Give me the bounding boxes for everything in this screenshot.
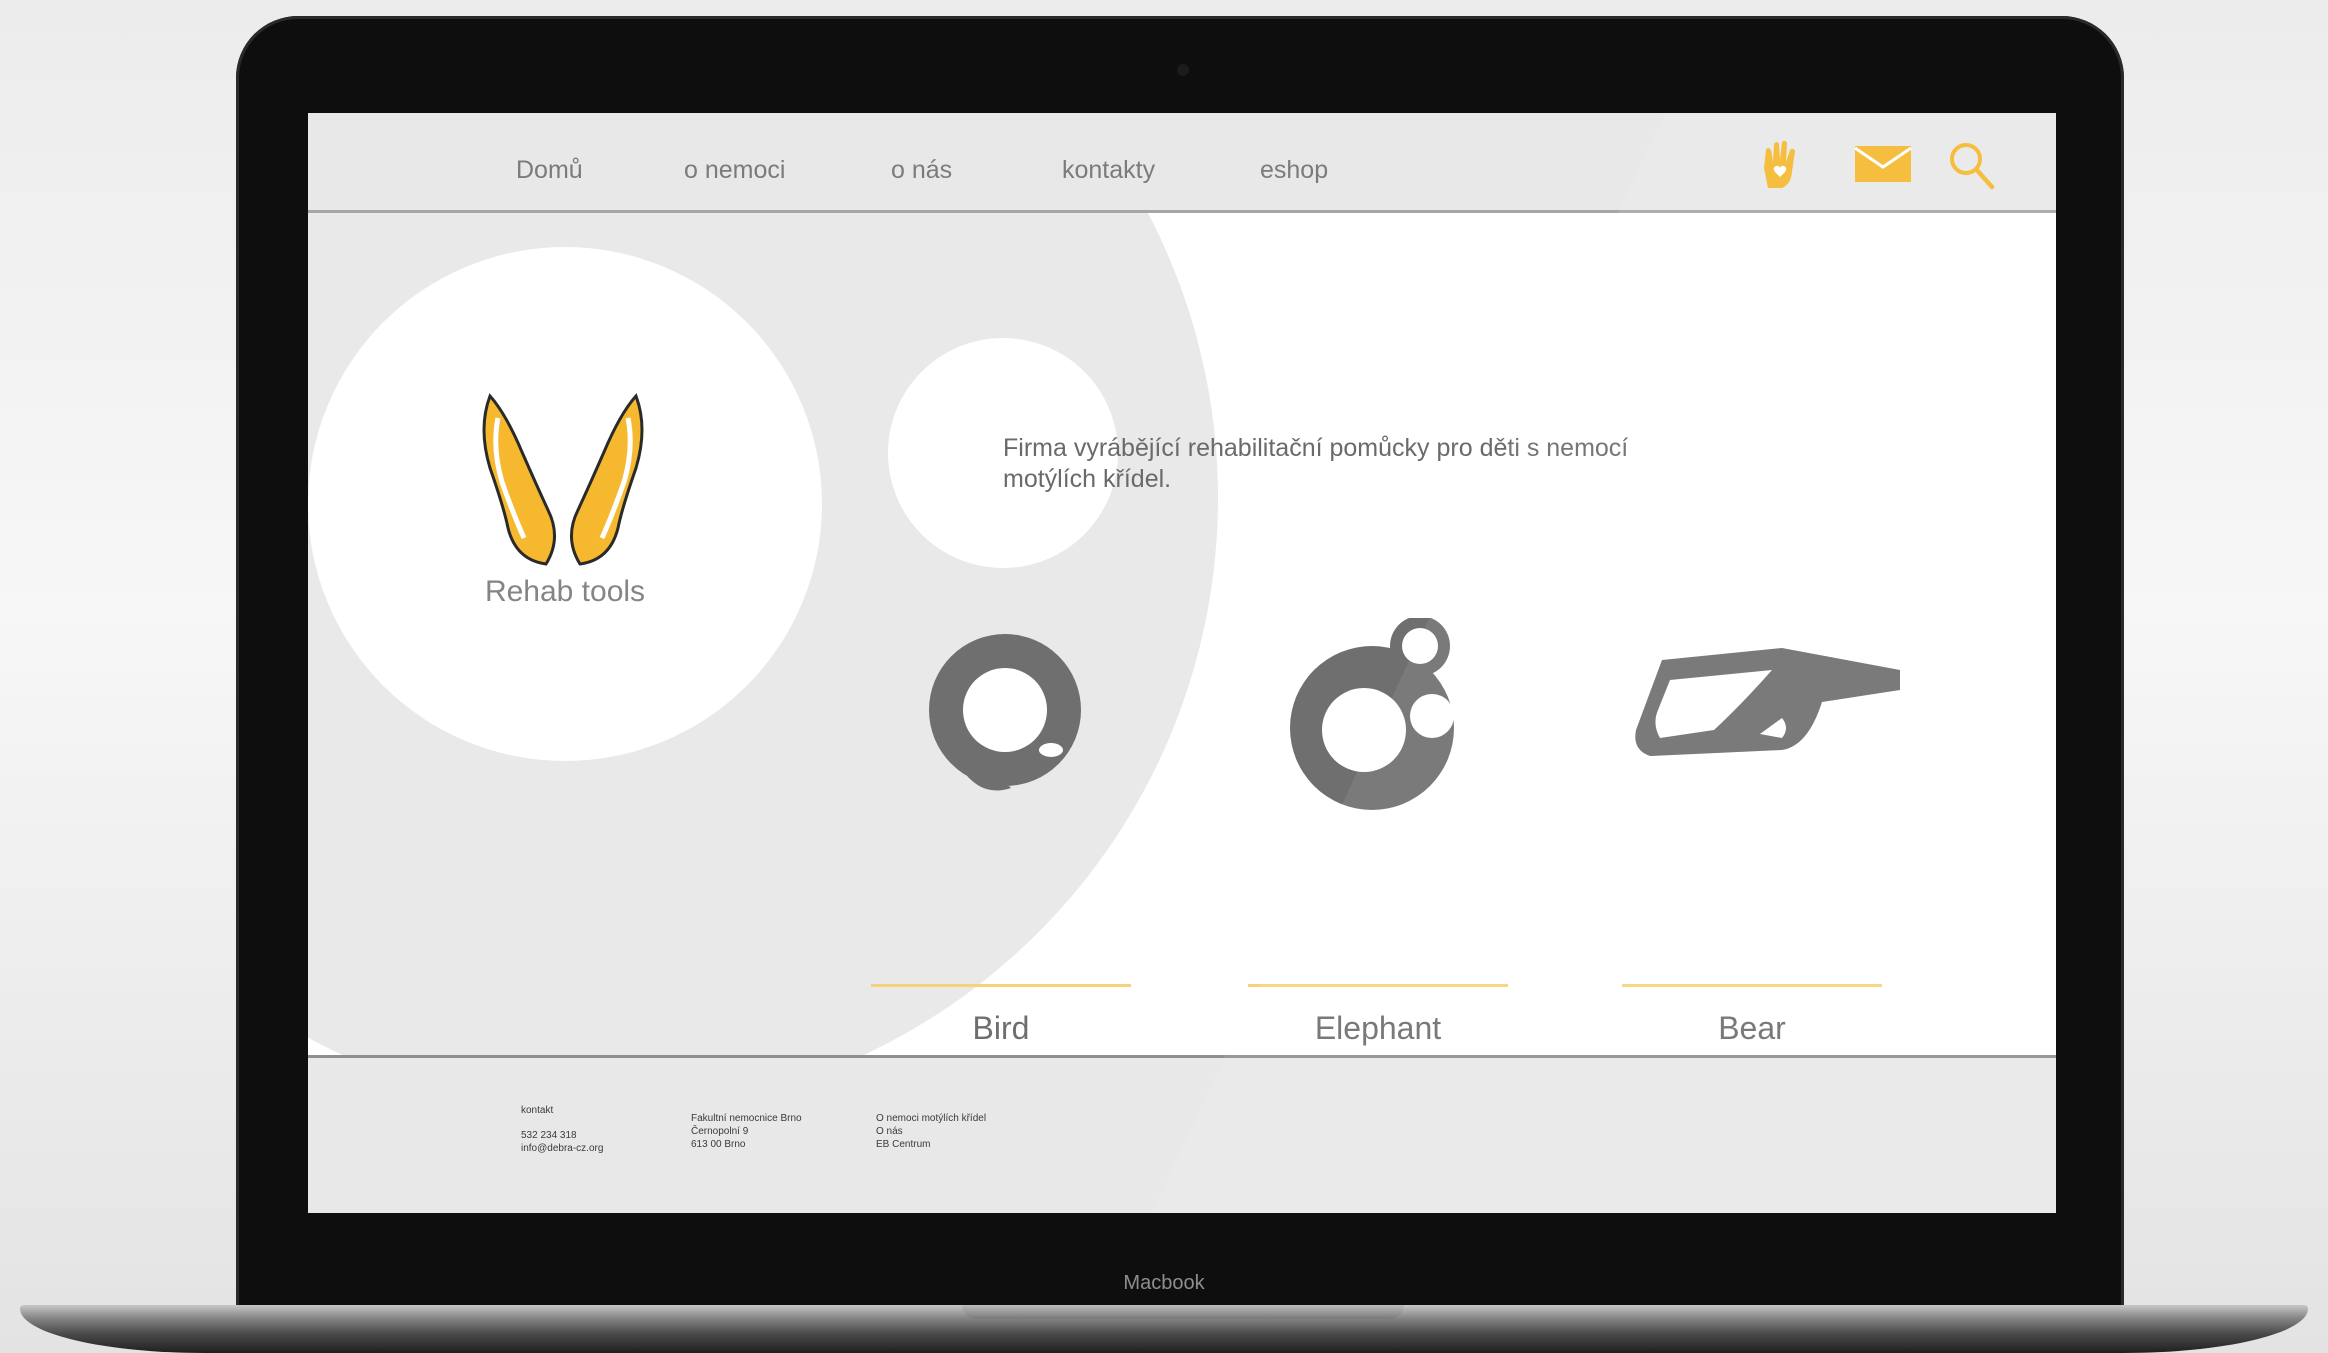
footer-email[interactable]: info@debra-cz.org xyxy=(521,1142,603,1155)
top-navigation: Domů o nemoci o nás kontakty eshop xyxy=(308,113,2056,213)
product-name: Bear xyxy=(1718,1010,1786,1046)
footer-heading: kontakt xyxy=(521,1105,554,1116)
bird-tool-icon xyxy=(929,634,1081,791)
footer-address-line: 613 00 Brno xyxy=(691,1139,746,1150)
product-underline xyxy=(1622,984,1882,987)
mail-icon[interactable] xyxy=(1854,145,1912,183)
search-icon[interactable] xyxy=(1948,141,1996,191)
product-bird[interactable]: Bird xyxy=(871,618,1131,1046)
nav-item-contacts[interactable]: kontakty xyxy=(1062,156,1155,185)
butterfly-logo-icon[interactable] xyxy=(478,388,648,570)
device-label: Macbook xyxy=(1123,1272,1205,1294)
elephant-tool-icon xyxy=(1290,618,1454,810)
nav-item-about-disease[interactable]: o nemoci xyxy=(684,156,785,185)
product-underline xyxy=(1248,984,1508,987)
nav-item-eshop[interactable]: eshop xyxy=(1260,156,1328,185)
product-bear[interactable]: Bear xyxy=(1622,618,1900,1046)
footer: kontakt 532 234 318 info@debra-cz.org Fa… xyxy=(308,1055,2056,1213)
camera xyxy=(1177,64,1189,76)
laptop-notch xyxy=(962,1305,1404,1319)
tagline: Firma vyrábějící rehabilitační pomůcky p… xyxy=(1003,434,1629,493)
hand-heart-icon[interactable] xyxy=(1758,138,1800,192)
footer-link[interactable]: O nás xyxy=(876,1125,986,1138)
footer-address: Fakultní nemocnice Brno Černopolní 9 613… xyxy=(691,1112,802,1151)
nav-item-about-us[interactable]: o nás xyxy=(891,156,952,185)
footer-address-line: Černopolní 9 xyxy=(691,1126,749,1137)
logo-text: Rehab tools xyxy=(484,575,646,608)
product-name: Elephant xyxy=(1314,1010,1442,1046)
product-name: Bird xyxy=(972,1010,1030,1046)
footer-links: O nemoci motýlích křídel O nás EB Centru… xyxy=(876,1112,986,1151)
product-elephant[interactable]: Elephant xyxy=(1248,618,1508,1046)
footer-phone[interactable]: 532 234 318 xyxy=(521,1129,603,1142)
footer-link[interactable]: O nemoci motýlích křídel xyxy=(876,1112,986,1125)
nav-item-home[interactable]: Domů xyxy=(516,156,583,185)
product-underline xyxy=(871,984,1131,987)
footer-address-line: Fakultní nemocnice Brno xyxy=(691,1113,802,1124)
website-screen: Domů o nemoci o nás kontakty eshop Rehab… xyxy=(308,113,2056,1213)
bear-tool-icon xyxy=(1635,648,1900,756)
footer-link[interactable]: EB Centrum xyxy=(876,1138,986,1151)
footer-contact: kontakt 532 234 318 info@debra-cz.org xyxy=(521,1104,603,1155)
